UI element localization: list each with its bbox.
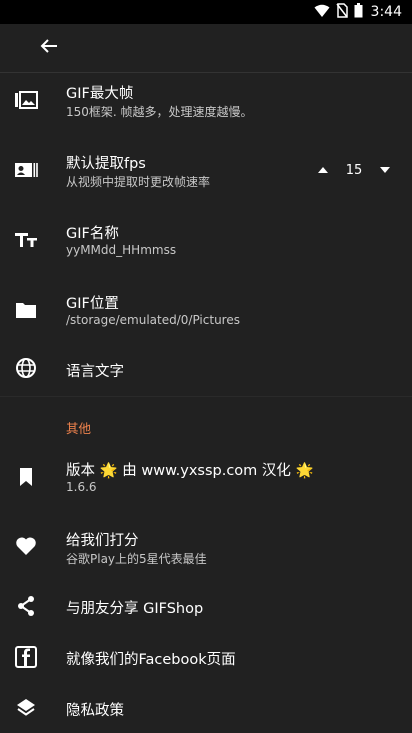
item-title: 就像我们的Facebook页面 xyxy=(66,652,236,668)
item-subtitle: 谷歌Play上的5星代表最佳 xyxy=(66,552,207,566)
setting-title: 默认提取fps xyxy=(66,156,146,172)
item-title: 给我们打分 xyxy=(66,533,139,549)
back-button[interactable] xyxy=(36,36,62,60)
item-share[interactable]: 与朋友分享 GIFShop xyxy=(0,594,412,620)
setting-title: GIF名称 xyxy=(66,226,119,242)
status-icons: 3:44 xyxy=(314,2,402,22)
item-subtitle: 1.6.6 xyxy=(66,480,97,494)
item-title: 版本 🌟 由 www.yxssp.com 汉化 🌟 xyxy=(66,463,314,479)
heart-icon xyxy=(14,534,38,558)
fps-value: 15 xyxy=(345,162,363,178)
setting-title: GIF位置 xyxy=(66,296,119,312)
decrease-arrow-icon[interactable] xyxy=(374,159,396,181)
setting-subtitle: 150框架. 帧越多，处理速度越慢。 xyxy=(66,105,253,119)
wifi-icon xyxy=(314,3,330,22)
layers-icon xyxy=(14,696,38,720)
item-title: 与朋友分享 GIFShop xyxy=(66,601,204,617)
setting-gif-location[interactable]: GIF位置 /storage/emulated/0/Pictures xyxy=(0,290,412,342)
folder-icon xyxy=(14,298,38,322)
setting-subtitle: yyMMdd_HHmmss xyxy=(66,243,177,257)
status-bar: 3:44 xyxy=(0,0,412,24)
section-divider xyxy=(0,396,412,397)
item-rate[interactable]: 给我们打分 谷歌Play上的5星代表最佳 xyxy=(0,528,412,568)
status-time: 3:44 xyxy=(370,4,402,20)
setting-title: 语言文字 xyxy=(66,364,124,380)
photo-library-icon xyxy=(14,88,38,112)
setting-subtitle: /storage/emulated/0/Pictures xyxy=(66,313,240,327)
item-facebook[interactable]: 就像我们的Facebook页面 xyxy=(0,645,412,671)
no-sim-icon xyxy=(335,2,348,22)
section-title-other: 其他 xyxy=(66,421,92,436)
share-icon xyxy=(14,594,38,618)
contact-card-icon xyxy=(14,158,38,182)
arrow-back-icon xyxy=(40,38,58,58)
setting-gif-name[interactable]: GIF名称 yyMMdd_HHmmss xyxy=(0,220,412,272)
item-version[interactable]: 版本 🌟 由 www.yxssp.com 汉化 🌟 1.6.6 xyxy=(0,458,412,498)
item-title: 隐私政策 xyxy=(66,703,124,719)
item-privacy[interactable]: 隐私政策 xyxy=(0,696,412,722)
app-bar xyxy=(0,24,412,73)
fps-stepper[interactable]: 15 xyxy=(312,158,396,182)
facebook-icon xyxy=(14,645,38,669)
setting-gif-max-frames[interactable]: GIF最大帧 150框架. 帧越多，处理速度越慢。 xyxy=(0,80,412,132)
setting-subtitle: 从视频中提取时更改帧速率 xyxy=(66,175,211,189)
increase-arrow-icon[interactable] xyxy=(312,159,334,181)
bookmark-icon xyxy=(14,465,38,489)
text-fields-icon xyxy=(14,228,38,252)
globe-icon xyxy=(14,356,38,380)
setting-language[interactable]: 语言文字 xyxy=(0,356,412,384)
battery-icon xyxy=(354,2,363,22)
setting-title: GIF最大帧 xyxy=(66,86,134,102)
